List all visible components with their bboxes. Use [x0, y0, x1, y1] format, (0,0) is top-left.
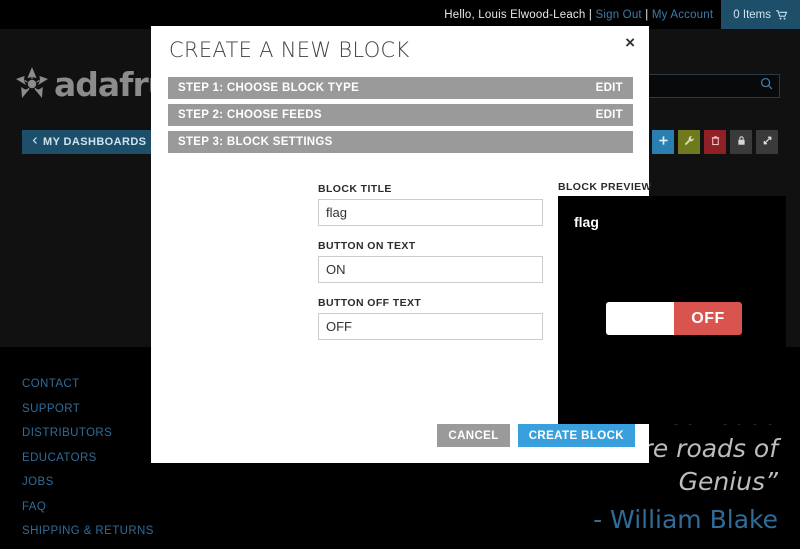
my-dashboards-label: MY DASHBOARDS — [43, 136, 147, 148]
expand-icon — [762, 133, 773, 151]
modal-action-buttons: CANCEL CREATE BLOCK — [437, 424, 635, 447]
step-1-label: STEP 1: CHOOSE BLOCK TYPE — [178, 82, 360, 94]
trash-icon — [710, 133, 721, 151]
privacy-button[interactable] — [730, 130, 752, 154]
preview-toggle-switch[interactable]: OFF — [606, 302, 742, 335]
step-3-label: STEP 3: BLOCK SETTINGS — [178, 136, 333, 148]
sign-out-link[interactable]: Sign Out — [595, 9, 641, 21]
block-preview-panel: BLOCK PREVIEW flag OFF — [558, 181, 786, 424]
block-preview-canvas: flag OFF — [558, 196, 786, 424]
step-2-edit-button[interactable]: EDIT — [596, 109, 623, 121]
adafruit-flower-icon — [12, 64, 52, 104]
modal-title: CREATE A NEW BLOCK — [169, 38, 410, 62]
cart-count-label: 0 Items — [733, 8, 771, 21]
top-account-bar: Hello, Louis Elwood-Leach | Sign Out | M… — [0, 0, 800, 29]
step-1-edit-button[interactable]: EDIT — [596, 82, 623, 94]
step-row-2[interactable]: STEP 2: CHOOSE FEEDS EDIT — [168, 104, 633, 126]
footer-link-shipping-returns[interactable]: SHIPPING & RETURNS — [22, 525, 242, 537]
page-root: Hello, Louis Elwood-Leach | Sign Out | M… — [0, 0, 800, 549]
create-block-button[interactable]: CREATE BLOCK — [517, 424, 635, 447]
toggle-state-label: OFF — [674, 302, 742, 335]
my-dashboards-button[interactable]: MY DASHBOARDS — [22, 130, 157, 154]
toggle-knob — [606, 302, 674, 335]
wrench-icon — [684, 133, 695, 151]
separator: | — [588, 8, 593, 21]
greeting-text: Hello, Louis Elwood-Leach — [444, 8, 586, 21]
step-row-3[interactable]: STEP 3: BLOCK SETTINGS — [168, 131, 633, 153]
search-icon[interactable] — [760, 77, 773, 95]
search-input[interactable] — [633, 75, 779, 97]
fullscreen-button[interactable] — [756, 130, 778, 154]
cart-button[interactable]: 0 Items — [721, 0, 800, 29]
step-row-1[interactable]: STEP 1: CHOOSE BLOCK TYPE EDIT — [168, 77, 633, 99]
plus-icon — [658, 133, 669, 151]
block-tools — [652, 130, 778, 154]
add-block-button[interactable] — [652, 130, 674, 154]
search-box[interactable] — [632, 74, 780, 98]
button-off-text-input[interactable] — [318, 313, 543, 340]
chevron-left-icon — [32, 136, 38, 148]
footer-link-jobs[interactable]: JOBS — [22, 476, 242, 488]
account-links: Hello, Louis Elwood-Leach | Sign Out | M… — [444, 9, 721, 21]
block-settings-form: BLOCK TITLE BUTTON ON TEXT BUTTON OFF TE… — [318, 183, 543, 354]
lock-icon — [736, 133, 747, 151]
my-account-link[interactable]: My Account — [652, 9, 713, 21]
separator: | — [645, 8, 649, 21]
block-title-input[interactable] — [318, 199, 543, 226]
wizard-steps: STEP 1: CHOOSE BLOCK TYPE EDIT STEP 2: C… — [168, 77, 633, 158]
create-block-modal: CREATE A NEW BLOCK × STEP 1: CHOOSE BLOC… — [151, 26, 786, 463]
close-icon[interactable]: × — [625, 34, 635, 51]
button-on-text-label: BUTTON ON TEXT — [318, 240, 416, 252]
button-off-text-label: BUTTON OFF TEXT — [318, 297, 422, 309]
edit-layout-button[interactable] — [678, 130, 700, 154]
footer-quote-author: - William Blake — [593, 505, 778, 534]
button-on-text-input[interactable] — [318, 256, 543, 283]
cancel-button[interactable]: CANCEL — [437, 424, 510, 447]
step-2-label: STEP 2: CHOOSE FEEDS — [178, 109, 322, 121]
block-title-label: BLOCK TITLE — [318, 183, 392, 195]
footer-link-faq[interactable]: FAQ — [22, 501, 242, 513]
delete-button[interactable] — [704, 130, 726, 154]
block-preview-label: BLOCK PREVIEW — [558, 181, 652, 193]
shopping-cart-icon — [776, 9, 788, 20]
preview-block-title: flag — [574, 214, 599, 230]
